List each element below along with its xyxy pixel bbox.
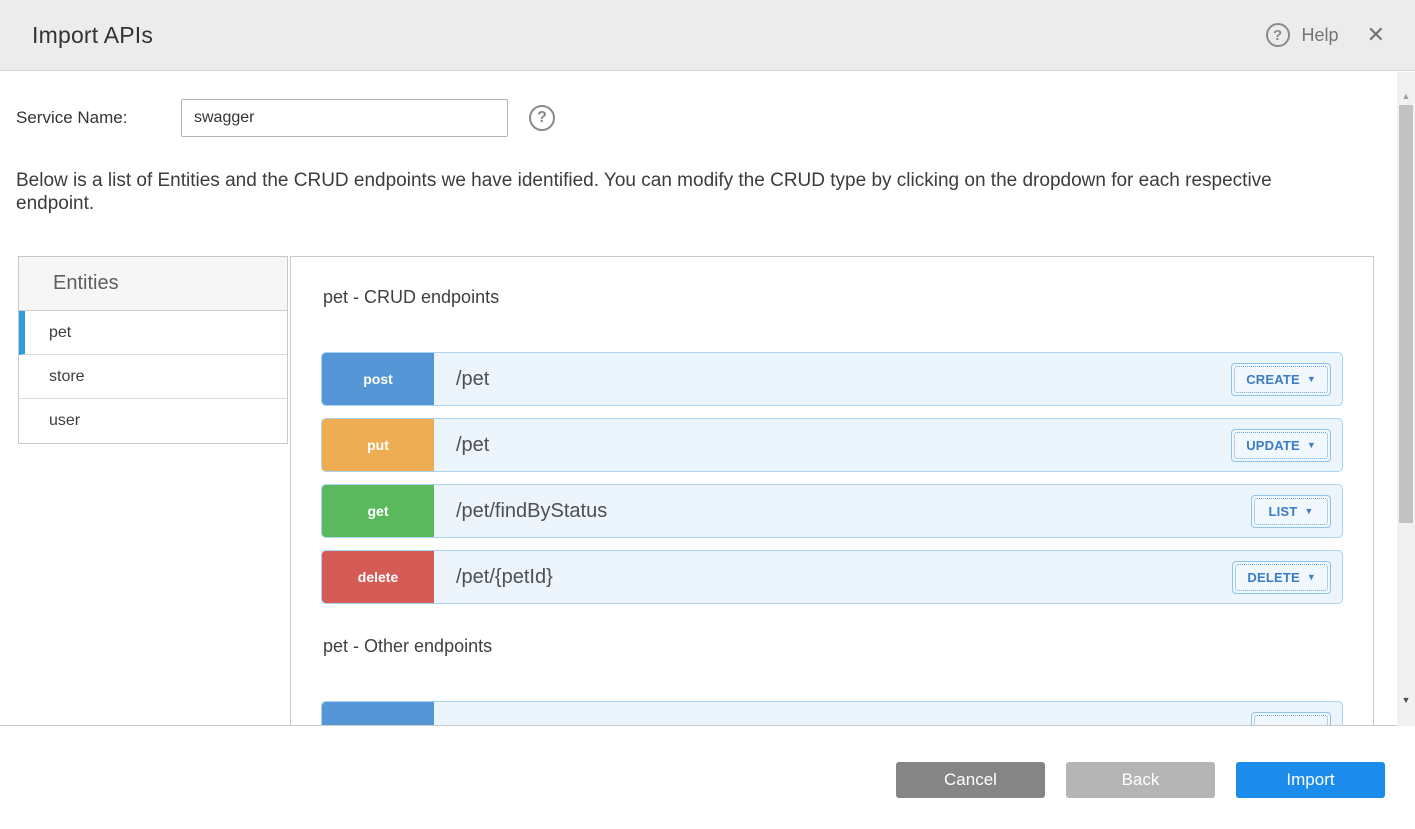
dialog-header: Import APIs ? Help ✕ <box>0 0 1415 71</box>
endpoint-section: pet - CRUD endpoints post /pet CREATE ▼ … <box>321 287 1343 604</box>
import-button[interactable]: Import <box>1236 762 1385 798</box>
scroll-down-icon[interactable]: ▼ <box>1397 690 1415 710</box>
endpoint-rows: post /pet CREATE ▼ put /pet UPDATE ▼ get… <box>321 352 1343 604</box>
endpoints-panel: pet - CRUD endpoints post /pet CREATE ▼ … <box>290 256 1374 726</box>
scrollbar[interactable]: ▲ ▼ <box>1397 72 1415 726</box>
footer-buttons: Cancel Back Import <box>0 727 1415 829</box>
dialog-body: Service Name: ? Below is a list of Entit… <box>0 72 1415 726</box>
method-badge: delete <box>322 551 434 603</box>
endpoint-sections: pet - CRUD endpoints post /pet CREATE ▼ … <box>321 287 1343 726</box>
crud-type-dropdown[interactable]: LIST ▼ <box>1251 495 1331 528</box>
endpoint-path: /pet <box>456 434 489 457</box>
entity-list-item-user[interactable]: user <box>19 399 287 443</box>
endpoint-section: pet - Other endpoints ▼ <box>321 636 1343 726</box>
service-name-input[interactable] <box>181 99 508 137</box>
endpoint-row: post /pet CREATE ▼ <box>321 352 1343 406</box>
help-link[interactable]: Help <box>1302 25 1339 46</box>
crud-type-label: CREATE <box>1246 372 1300 387</box>
endpoint-path: /pet/findByStatus <box>456 500 607 523</box>
crud-type-dropdown[interactable]: CREATE ▼ <box>1231 363 1331 396</box>
caret-down-icon: ▼ <box>1304 507 1313 516</box>
instructions-text: Below is a list of Entities and the CRUD… <box>16 169 1306 215</box>
entity-list: pet store user <box>19 311 287 443</box>
entity-label: pet <box>49 324 71 341</box>
section-title: pet - CRUD endpoints <box>323 287 1343 308</box>
method-badge: post <box>322 353 434 405</box>
entities-panel-title: Entities <box>19 257 287 311</box>
endpoint-row: get /pet/findByStatus LIST ▼ <box>321 484 1343 538</box>
help-icon[interactable]: ? <box>1266 23 1290 47</box>
method-badge <box>322 702 434 726</box>
scrollbar-thumb[interactable] <box>1399 105 1413 523</box>
page-title: Import APIs <box>32 22 153 49</box>
service-name-help-icon[interactable]: ? <box>529 105 555 131</box>
crud-type-label: DELETE <box>1247 570 1299 585</box>
caret-down-icon: ▼ <box>1307 441 1316 450</box>
endpoint-row: put /pet UPDATE ▼ <box>321 418 1343 472</box>
scroll-up-icon[interactable]: ▲ <box>1397 86 1415 106</box>
header-actions: ? Help ✕ <box>1266 23 1385 47</box>
back-button[interactable]: Back <box>1066 762 1215 798</box>
crud-type-label: UPDATE <box>1246 438 1300 453</box>
caret-down-icon: ▼ <box>1290 724 1299 727</box>
close-icon[interactable]: ✕ <box>1367 24 1385 46</box>
service-name-row: Service Name: ? <box>16 99 555 137</box>
endpoint-rows: ▼ <box>321 701 1343 726</box>
cancel-button[interactable]: Cancel <box>896 762 1045 798</box>
entity-label: user <box>49 412 80 429</box>
method-badge: get <box>322 485 434 537</box>
entity-list-item-store[interactable]: store <box>19 355 287 399</box>
caret-down-icon: ▼ <box>1307 375 1316 384</box>
import-apis-dialog: Import APIs ? Help ✕ Service Name: ? Bel… <box>0 0 1415 829</box>
endpoint-path: /pet <box>456 368 489 391</box>
service-name-label: Service Name: <box>16 108 181 128</box>
method-badge: put <box>322 419 434 471</box>
entity-list-item-pet[interactable]: pet <box>19 311 287 355</box>
crud-type-dropdown[interactable]: UPDATE ▼ <box>1231 429 1331 462</box>
caret-down-icon: ▼ <box>1307 573 1316 582</box>
crud-type-label: LIST <box>1268 504 1297 519</box>
endpoint-row: ▼ <box>321 701 1343 726</box>
entities-panel: Entities pet store user <box>18 256 288 444</box>
crud-type-dropdown[interactable]: ▼ <box>1251 712 1331 727</box>
crud-type-dropdown[interactable]: DELETE ▼ <box>1232 561 1331 594</box>
section-title: pet - Other endpoints <box>323 636 1343 657</box>
endpoint-path: /pet/{petId} <box>456 566 553 589</box>
entity-label: store <box>49 368 85 385</box>
endpoint-row: delete /pet/{petId} DELETE ▼ <box>321 550 1343 604</box>
